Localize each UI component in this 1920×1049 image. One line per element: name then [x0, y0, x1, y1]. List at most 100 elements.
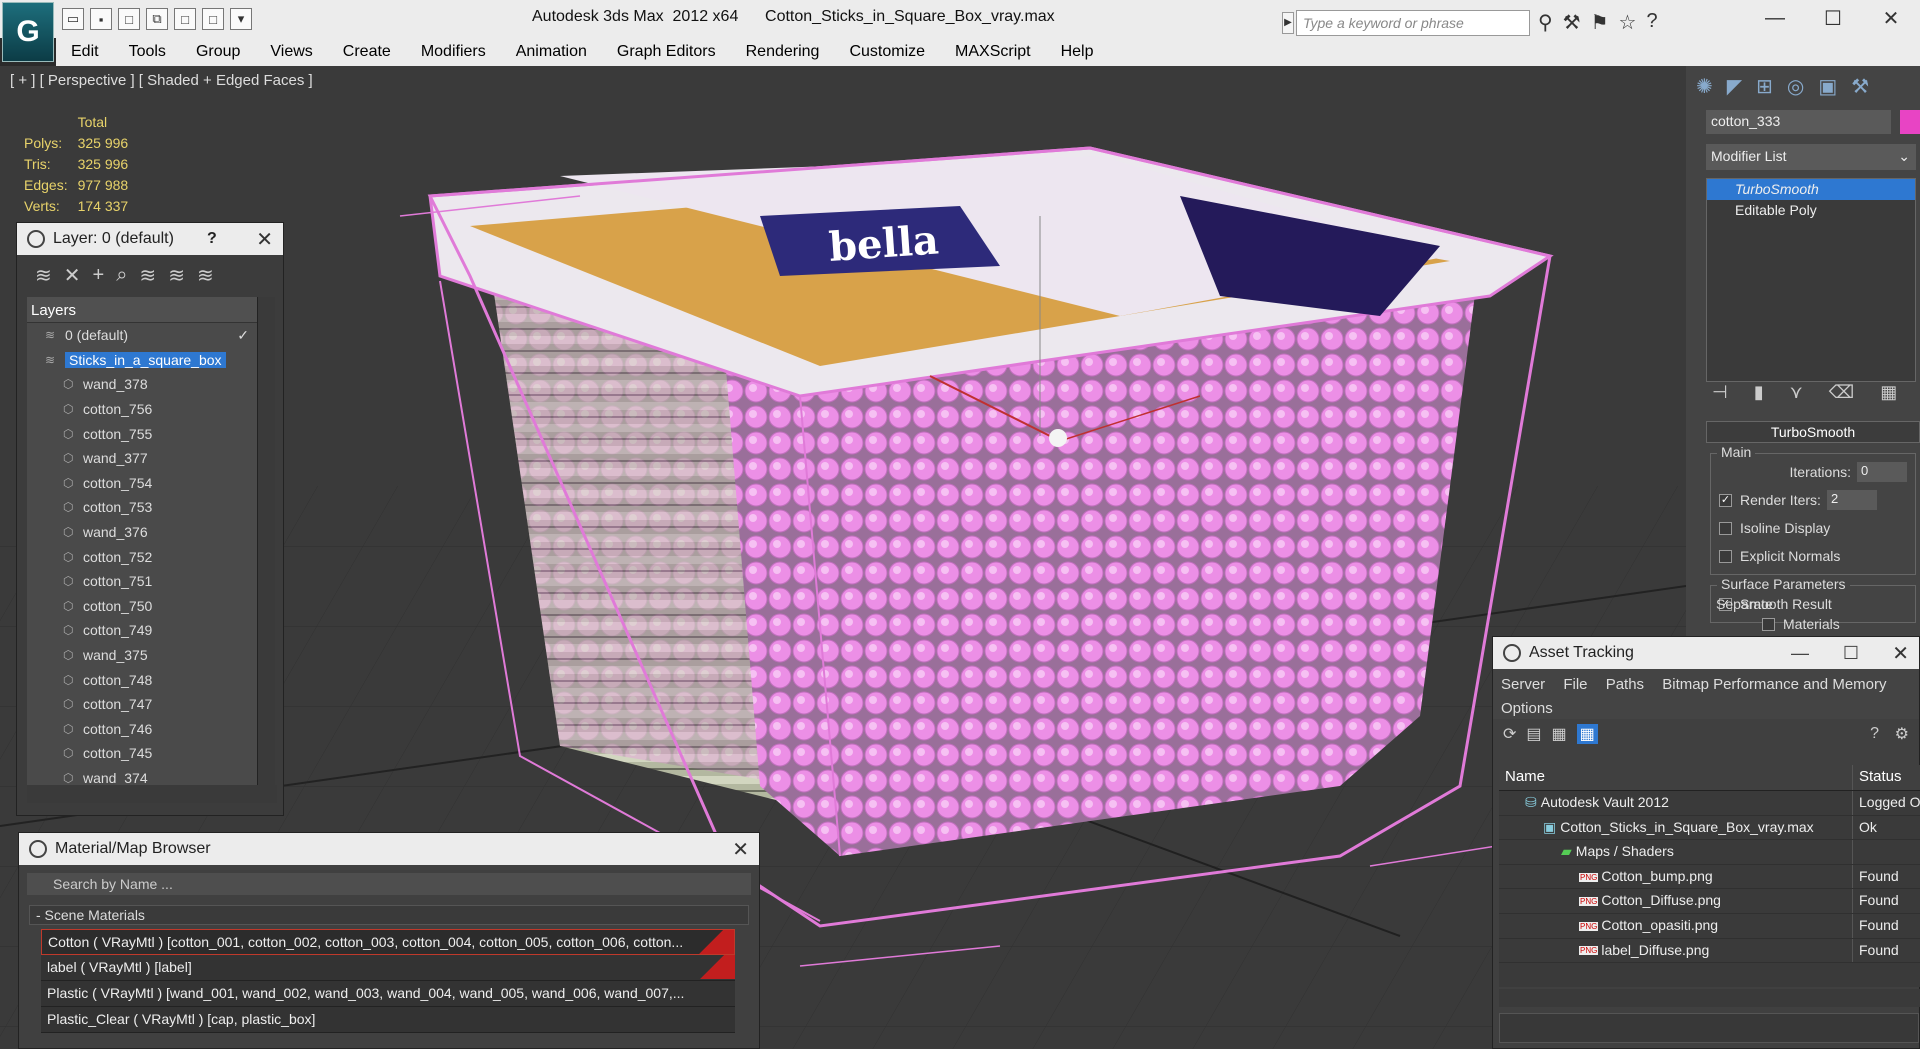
object-color-swatch[interactable]	[1900, 110, 1920, 134]
layer-row[interactable]: ⬡ cotton_748	[27, 667, 257, 692]
close-button[interactable]: ✕	[1862, 0, 1920, 36]
viewport-label[interactable]: [ + ] [ Perspective ] [ Shaded + Edged F…	[10, 72, 313, 89]
layer-row[interactable]: ⬡ cotton_745	[27, 741, 257, 766]
binoculars-icon[interactable]: ⚲	[1538, 10, 1553, 35]
remove-modifier-icon[interactable]: ⌫	[1829, 382, 1854, 403]
asset-row[interactable]: ⛁ Autodesk Vault 2012 Logged O	[1499, 791, 1920, 816]
menu-create[interactable]: Create	[328, 43, 406, 61]
current-layer-check-icon[interactable]: ✓	[237, 327, 249, 344]
menu-help[interactable]: Help	[1046, 43, 1109, 61]
undo-icon[interactable]: □	[118, 8, 140, 30]
name-column-header[interactable]: Name	[1499, 765, 1853, 790]
help-icon[interactable]: ?	[1870, 725, 1879, 743]
asset-row[interactable]: PNG Cotton_opasiti.png Found	[1499, 913, 1920, 939]
modify-tab-icon[interactable]: ◤	[1727, 74, 1742, 99]
layer-row[interactable]: ⬡ cotton_754	[27, 471, 257, 496]
material-search-input[interactable]: Search by Name ...	[27, 873, 751, 895]
list-view-icon[interactable]: ▤	[1526, 724, 1541, 744]
stack-item-turbosmooth[interactable]: TurboSmooth	[1707, 179, 1915, 200]
asset-tracking-titlebar[interactable]: Asset Tracking — ☐ ✕	[1493, 637, 1919, 669]
menu-edit[interactable]: Edit	[56, 43, 114, 61]
menu-customize[interactable]: Customize	[834, 43, 940, 61]
menu-maxscript[interactable]: MAXScript	[940, 43, 1046, 61]
layer-row[interactable]: ⬡ wand_375	[27, 643, 257, 668]
layer-row[interactable]: ⬡ cotton_752	[27, 544, 257, 569]
layer-row[interactable]: ⬡ cotton_749	[27, 618, 257, 643]
menu-modifiers[interactable]: Modifiers	[406, 43, 501, 61]
asset-row[interactable]: ▣ Cotton_Sticks_in_Square_Box_vray.max Ok	[1499, 815, 1920, 841]
table-view-icon[interactable]: ▦	[1576, 724, 1598, 744]
horizontal-scrollbar[interactable]	[27, 785, 277, 803]
motion-tab-icon[interactable]: ◎	[1787, 74, 1804, 99]
iterations-spinner[interactable]: 0	[1857, 462, 1907, 482]
display-tab-icon[interactable]: ▣	[1818, 74, 1837, 99]
layer-panel-titlebar[interactable]: Layer: 0 (default) ? ✕	[17, 223, 283, 255]
hold-icon[interactable]: □	[174, 8, 196, 30]
select-objects-icon[interactable]: ⌕	[116, 264, 127, 287]
configure-sets-icon[interactable]: ▦	[1880, 382, 1897, 403]
modifier-list-dropdown[interactable]: Modifier List ⌄	[1706, 144, 1916, 170]
object-name-field[interactable]: cotton_333	[1706, 110, 1891, 134]
favorites-star-icon[interactable]: ☆	[1619, 10, 1637, 35]
horizontal-scrollbar[interactable]	[1499, 989, 1920, 1007]
open-file-icon[interactable]: ▭	[62, 8, 84, 30]
add-to-layer-icon[interactable]: +	[93, 264, 105, 287]
material-row[interactable]: label ( VRayMtl ) [label]	[41, 955, 735, 981]
hide-layers-icon[interactable]: ≋	[168, 263, 185, 288]
menu-group[interactable]: Group	[181, 43, 255, 61]
close-icon[interactable]: ✕	[256, 227, 273, 252]
redo-icon[interactable]: ⧉	[146, 8, 168, 30]
minimize-button[interactable]: —	[1791, 643, 1809, 664]
help-search-input[interactable]: Type a keyword or phrase	[1296, 10, 1530, 36]
layer-row[interactable]: ⬡ cotton_747	[27, 692, 257, 717]
subscription-icon[interactable]: ⚒	[1563, 10, 1581, 35]
asset-row[interactable]: PNG Cotton_Diffuse.png Found	[1499, 889, 1920, 914]
layer-row[interactable]: ⬡ wand_376	[27, 520, 257, 545]
menu-animation[interactable]: Animation	[501, 43, 602, 61]
show-end-result-icon[interactable]: ▮	[1754, 382, 1764, 403]
layer-row[interactable]: ⬡ cotton_746	[27, 717, 257, 742]
isoline-checkbox[interactable]	[1719, 521, 1732, 535]
asset-row[interactable]: ▰ Maps / Shaders	[1499, 840, 1920, 865]
pin-stack-icon[interactable]: ⊣	[1712, 382, 1728, 403]
utilities-tab-icon[interactable]: ⚒	[1851, 74, 1869, 99]
menu-file[interactable]: File	[1563, 676, 1587, 693]
help-button[interactable]: ?	[207, 230, 217, 248]
menu-paths[interactable]: Paths	[1606, 676, 1644, 693]
menu-graph-editors[interactable]: Graph Editors	[602, 43, 731, 61]
layer-row[interactable]: ≋ 0 (default) ✓	[27, 323, 257, 348]
dropdown-icon[interactable]: ▾	[230, 8, 252, 30]
scene-materials-section[interactable]: - Scene Materials	[29, 905, 749, 925]
layer-row[interactable]: ⬡ wand_377	[27, 446, 257, 471]
menu-bitmap-performance[interactable]: Bitmap Performance and Memory	[1662, 676, 1886, 693]
refresh-icon[interactable]: ⟳	[1503, 724, 1516, 744]
delete-layer-icon[interactable]: ✕	[64, 263, 81, 288]
materials-checkbox[interactable]	[1762, 617, 1775, 631]
layer-row[interactable]: ⬡ wand_378	[27, 372, 257, 397]
save-file-icon[interactable]: ▪	[90, 8, 112, 30]
render-iters-spinner[interactable]: 2	[1826, 490, 1877, 510]
vertical-scrollbar[interactable]	[257, 297, 275, 791]
layer-row[interactable]: ⬡ cotton_756	[27, 397, 257, 422]
menu-tools[interactable]: Tools	[114, 43, 181, 61]
explicit-normals-checkbox[interactable]	[1719, 549, 1732, 563]
layer-row[interactable]: ⬡ cotton_750	[27, 594, 257, 619]
layer-row[interactable]: ⬡ cotton_755	[27, 421, 257, 446]
menu-options[interactable]: Options	[1501, 700, 1553, 717]
asset-row[interactable]: PNG Cotton_bump.png Found	[1499, 864, 1920, 890]
make-unique-icon[interactable]: ⋎	[1790, 382, 1803, 403]
freeze-layers-icon[interactable]: ≋	[197, 263, 214, 288]
minimize-button[interactable]: —	[1746, 0, 1804, 36]
help-icon[interactable]: ?	[1646, 10, 1657, 35]
stack-item-editable-poly[interactable]: Editable Poly	[1707, 200, 1915, 221]
create-tab-icon[interactable]: ✺	[1696, 74, 1713, 99]
hierarchy-tab-icon[interactable]: ⊞	[1756, 74, 1773, 99]
menu-views[interactable]: Views	[255, 43, 327, 61]
highlight-layer-icon[interactable]: ≋	[139, 263, 156, 288]
maximize-button[interactable]: ☐	[1804, 0, 1862, 36]
layer-row[interactable]: ⬡ cotton_753	[27, 495, 257, 520]
thumbnail-icon[interactable]: ▦	[1552, 724, 1567, 744]
application-menu-button[interactable]: G	[2, 2, 54, 62]
search-expand-icon[interactable]: ▶	[1282, 12, 1294, 34]
material-row[interactable]: Plastic ( VRayMtl ) [wand_001, wand_002,…	[41, 981, 735, 1007]
